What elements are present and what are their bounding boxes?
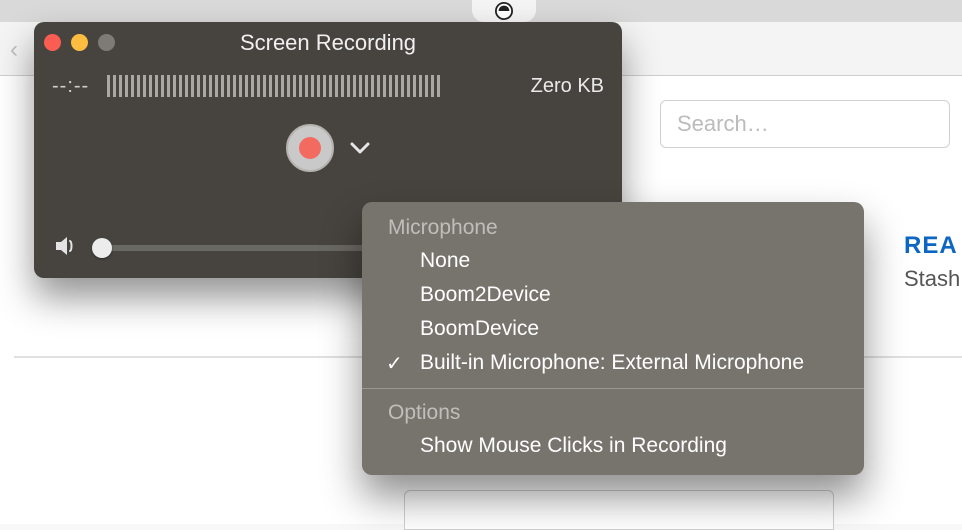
menu-item-mic-boomdevice[interactable]: BoomDevice: [362, 312, 864, 346]
panel-title: Screen Recording: [34, 30, 622, 56]
record-options-menu: Microphone None Boom2Device BoomDevice ✓…: [362, 202, 864, 475]
volume-slider-thumb[interactable]: [92, 238, 112, 258]
elapsed-time: --:--: [52, 75, 89, 98]
menu-item-mic-boom2device[interactable]: Boom2Device: [362, 278, 864, 312]
speaker-icon: [54, 235, 78, 262]
record-controls: [34, 108, 622, 188]
menu-item-mic-builtin-external[interactable]: ✓ Built-in Microphone: External Micropho…: [362, 346, 864, 380]
close-window-button[interactable]: [44, 34, 61, 51]
traffic-lights: [44, 34, 115, 51]
file-size: Zero KB: [531, 75, 604, 98]
tab-favicon-icon: [495, 2, 513, 20]
recorder-info-row: --:-- Zero KB: [34, 64, 622, 108]
menu-separator: [362, 388, 864, 389]
menu-item-label: BoomDevice: [420, 317, 539, 340]
record-options-dropdown-button[interactable]: [350, 141, 370, 155]
menu-item-label: Show Mouse Clicks in Recording: [420, 434, 727, 457]
search-box[interactable]: [660, 100, 950, 148]
file-box[interactable]: [404, 490, 834, 530]
menu-item-mic-none[interactable]: None: [362, 244, 864, 278]
panel-titlebar[interactable]: Screen Recording: [34, 22, 622, 64]
zoom-window-button[interactable]: [98, 34, 115, 51]
menu-item-label: Built-in Microphone: External Microphone: [420, 351, 804, 374]
menu-header-microphone: Microphone: [362, 212, 864, 244]
record-button[interactable]: [286, 124, 334, 172]
browser-active-tab[interactable]: [472, 0, 536, 22]
checkmark-icon: ✓: [386, 351, 403, 376]
menu-item-label: Boom2Device: [420, 283, 551, 306]
menu-header-options: Options: [362, 397, 864, 429]
sidebar-link-stash[interactable]: Stash: [904, 266, 960, 292]
record-dot-icon: [299, 137, 321, 159]
search-input[interactable]: [677, 111, 933, 137]
menu-item-show-mouse-clicks[interactable]: Show Mouse Clicks in Recording: [362, 429, 864, 463]
chevron-down-icon: [350, 141, 370, 155]
menu-item-label: None: [420, 249, 470, 272]
minimize-window-button[interactable]: [71, 34, 88, 51]
audio-level-meter: [107, 75, 512, 97]
sidebar-link-readme[interactable]: REA: [904, 232, 958, 260]
browser-back-button[interactable]: ‹: [10, 36, 18, 64]
